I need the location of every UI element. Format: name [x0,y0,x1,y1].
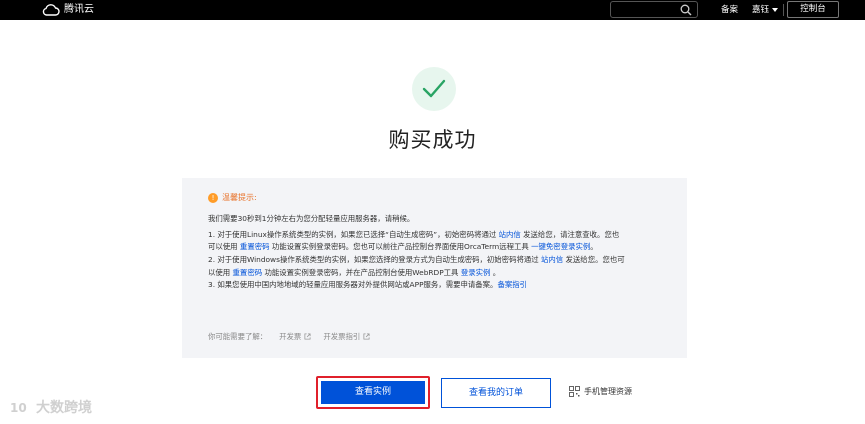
external-link-icon [304,333,311,340]
top-navbar: 腾讯云 备案 嘉钰 控制台 [0,0,865,20]
notice-line-3: 可以使用 重置密码 功能设置实例登录密码。您也可以前往产品控制台界面使用Orca… [208,241,598,252]
nav-divider [783,4,784,16]
reset-password-link[interactable]: 重置密码 [240,242,270,251]
notice-line-6: 3. 如果您使用中国内地地域的轻量应用服务器对外提供网站或APP服务，需要申请备… [208,279,527,290]
svg-text:10: 10 [10,401,27,415]
page-title: 购买成功 [388,128,477,152]
notice-text: 功能设置实例登录密码，并在产品控制台使用WebRDP工具 [262,268,461,277]
beian-guide-link[interactable]: 备案指引 [497,280,527,289]
external-link-icon [363,333,370,340]
success-badge [412,67,456,111]
chevron-down-icon [772,8,779,12]
notice-line-1: 我们需要30秒到1分钟左右为您分配轻量应用服务器，请稍候。 [208,214,415,223]
user-name: 嘉钰 [752,5,770,15]
view-instance-button[interactable]: 查看实例 [321,381,425,404]
notice-text: 发送给您。您也可 [563,255,625,264]
notice-text: 以使用 [208,268,233,277]
logo-text: 腾讯云 [64,4,94,15]
checkmark-icon [422,79,446,98]
cloud-logo-icon [42,4,60,16]
watermark-logo-icon: 10 [10,401,27,415]
search-input[interactable] [610,1,698,18]
tip-title: 温馨提示: [222,193,257,202]
invoice-link[interactable]: 开发票 [279,331,311,342]
mobile-manage-label: 手机管理资源 [584,387,632,396]
notice-panel: ! 温馨提示: 我们需要30秒到1分钟左右为您分配轻量应用服务器，请稍候。 1.… [182,178,687,358]
invoice-guide-link[interactable]: 开发票指引 [323,331,370,342]
notice-text: 功能设置实例登录密码。您也可以前往产品控制台界面使用OrcaTerm远程工具 [269,242,532,251]
passwordless-login-link[interactable]: 一键免密登录实例 [531,242,590,251]
notice-text: 。 [490,268,501,277]
notice-text: 1. 对于使用Linux操作系统类型的实例，如果您已选择“自动生成密码”，初始密… [208,230,499,239]
notice-line-4: 2. 对于使用Windows操作系统类型的实例，如果您选择的登录方式为自动生成密… [208,254,625,265]
watermark: 10 大数跨境 [10,397,92,417]
login-instance-link[interactable]: 登录实例 [461,268,491,277]
tip-header: ! 温馨提示: [208,192,257,203]
reset-password-link[interactable]: 重置密码 [233,268,263,277]
user-menu[interactable]: 嘉钰 [752,0,779,20]
view-orders-button[interactable]: 查看我的订单 [441,378,551,408]
invoice-link-label: 开发票 [279,332,302,341]
site-message-link[interactable]: 站内信 [499,230,521,239]
notice-text: 发送给您，请注意查收。您也 [520,230,620,239]
console-button[interactable]: 控制台 [787,1,839,18]
invoice-guide-label: 开发票指引 [323,332,361,341]
watermark-text: 大数跨境 [36,400,92,416]
notice-text: 。 [590,242,598,251]
notice-line-5: 以使用 重置密码 功能设置实例登录密码，并在产品控制台使用WebRDP工具 登录… [208,267,500,278]
site-message-link[interactable]: 站内信 [541,255,563,264]
search-icon[interactable] [680,4,692,16]
view-instance-highlight: 查看实例 [316,376,430,409]
nav-beian-link[interactable]: 备案 [721,0,738,20]
notice-text: 可以使用 [208,242,240,251]
mobile-manage-link[interactable]: 手机管理资源 [569,386,632,397]
related-label: 你可能需要了解： [208,332,268,341]
notice-text: 2. 对于使用Windows操作系统类型的实例，如果您选择的登录方式为自动生成密… [208,255,541,264]
notice-line-2: 1. 对于使用Linux操作系统类型的实例，如果您已选择“自动生成密码”，初始密… [208,229,619,240]
notice-text: 3. 如果您使用中国内地地域的轻量应用服务器对外提供网站或APP服务，需要申请备… [208,280,498,289]
tencent-cloud-logo[interactable]: 腾讯云 [42,2,94,18]
qrcode-icon [569,386,580,397]
related-links: 你可能需要了解： 开发票 开发票指引 [208,331,370,342]
warning-icon: ! [208,192,218,203]
